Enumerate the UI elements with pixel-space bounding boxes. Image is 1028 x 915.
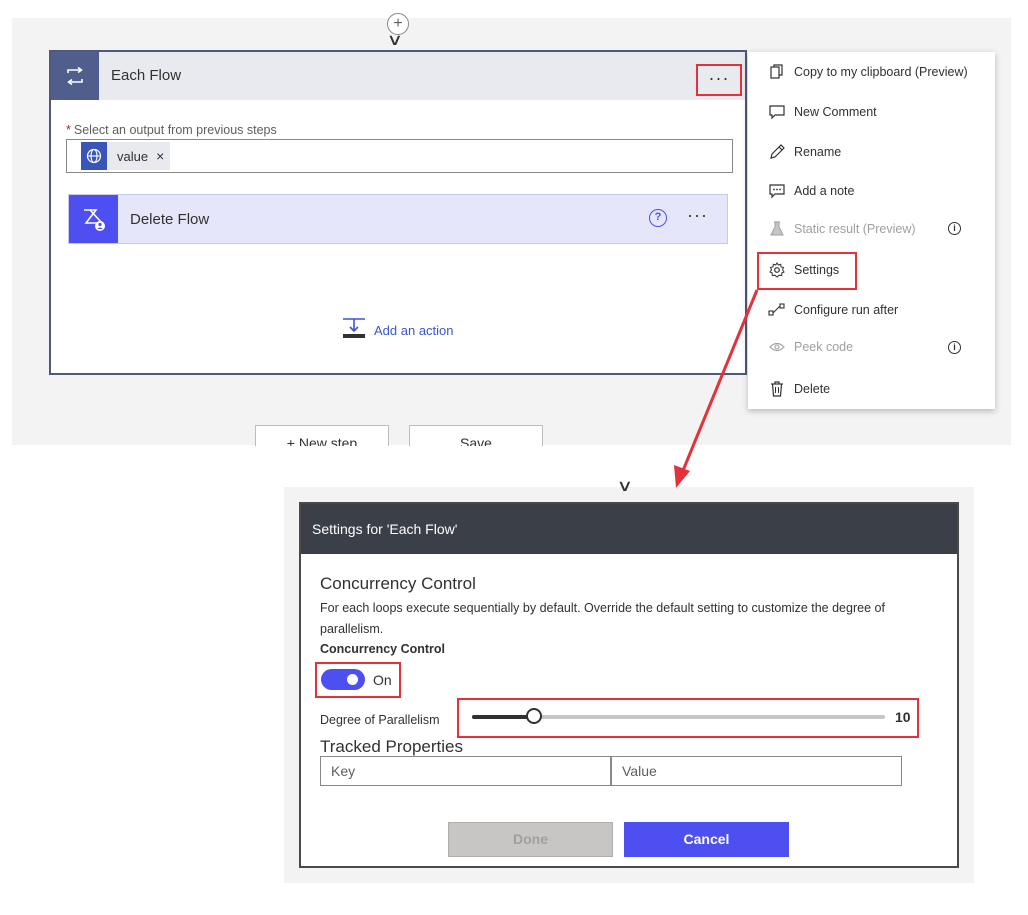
connector-arrow-icon: ∨ xyxy=(386,32,404,49)
token-label: value xyxy=(117,148,149,164)
select-output-input[interactable]: value × xyxy=(66,139,733,173)
menu-item-label: New Comment xyxy=(794,105,877,119)
concurrency-control-label: Concurrency Control xyxy=(320,642,446,656)
parallelism-value: 10 xyxy=(895,709,911,725)
help-icon[interactable]: ? xyxy=(649,209,667,227)
loop-icon xyxy=(51,52,99,100)
trash-icon xyxy=(768,381,786,397)
new-step-button[interactable]: + New step xyxy=(255,425,389,446)
dynamic-content-token[interactable]: value × xyxy=(81,142,171,170)
delete-flow-action-card[interactable]: Delete Flow ? ··· xyxy=(68,194,728,244)
toggle-state-label: On xyxy=(373,672,392,688)
info-icon[interactable]: i xyxy=(948,341,961,354)
menu-item-new-comment[interactable]: New Comment xyxy=(748,100,995,124)
menu-item-label: Static result (Preview) xyxy=(794,222,916,236)
loop-title: Each Flow xyxy=(111,67,182,84)
cancel-button[interactable]: Cancel xyxy=(624,822,789,857)
parallelism-slider-thumb[interactable] xyxy=(525,708,542,724)
tracked-value-input[interactable]: Value xyxy=(611,756,902,786)
add-an-action-button[interactable]: Add an action xyxy=(342,317,454,344)
menu-item-label: Peek code xyxy=(794,340,854,354)
select-output-label: * Select an output from previous steps xyxy=(66,123,277,137)
delete-flow-title: Delete Flow xyxy=(130,211,210,228)
note-icon xyxy=(768,183,786,199)
menu-item-rename[interactable]: Rename xyxy=(748,140,995,164)
info-icon[interactable]: i xyxy=(948,222,961,235)
menu-item-copy-clipboard[interactable]: Copy to my clipboard (Preview) xyxy=(748,60,995,84)
loop-more-options-button[interactable]: ··· xyxy=(696,64,742,96)
loop-context-menu: Copy to my clipboard (Preview) New Comme… xyxy=(748,52,995,409)
loop-card-header[interactable]: Each Flow ··· xyxy=(51,52,745,100)
menu-item-configure-run-after[interactable]: Configure run after xyxy=(748,298,995,322)
required-mark: * xyxy=(66,123,71,137)
menu-item-label: Delete xyxy=(794,382,831,396)
add-action-label: Add an action xyxy=(374,323,454,338)
action-more-options-button[interactable]: ··· xyxy=(687,205,708,226)
parallelism-slider-fill xyxy=(472,715,534,719)
run-after-icon xyxy=(768,303,786,317)
eye-icon xyxy=(768,342,786,352)
concurrency-section-title: Concurrency Control xyxy=(320,574,476,593)
menu-item-label: Add a note xyxy=(794,184,855,198)
add-action-icon xyxy=(342,317,366,344)
menu-item-peek-code: Peek code i xyxy=(748,335,995,359)
concurrency-toggle[interactable] xyxy=(321,669,365,690)
select-output-label-text: Select an output from previous steps xyxy=(73,123,277,137)
connector-arrow-icon: ∨ xyxy=(616,478,634,495)
token-remove-button[interactable]: × xyxy=(156,148,164,164)
dialog-title: Settings for 'Each Flow' xyxy=(301,504,957,554)
save-button[interactable]: Save xyxy=(409,425,543,446)
settings-highlight-box xyxy=(757,252,857,290)
menu-item-label: Copy to my clipboard (Preview) xyxy=(794,65,968,79)
done-button[interactable]: Done xyxy=(448,822,613,857)
menu-item-static-result: Static result (Preview) i xyxy=(748,217,995,241)
apply-to-each-card: Each Flow ··· * Select an output from pre… xyxy=(49,50,747,375)
copy-icon xyxy=(768,64,786,80)
globe-icon xyxy=(81,142,107,170)
toggle-thumb[interactable] xyxy=(347,674,358,685)
tracked-properties-title: Tracked Properties xyxy=(320,737,463,756)
menu-item-label: Rename xyxy=(794,145,842,159)
tracked-key-input[interactable]: Key xyxy=(320,756,611,786)
menu-item-add-note[interactable]: Add a note xyxy=(748,179,995,203)
comment-icon xyxy=(768,104,786,120)
flow-management-icon xyxy=(69,195,118,243)
menu-item-label: Configure run after xyxy=(794,303,899,317)
settings-dialog: Settings for 'Each Flow' Concurrency Con… xyxy=(299,502,959,868)
menu-item-delete[interactable]: Delete xyxy=(748,377,995,401)
concurrency-description: For each loops execute sequentially by d… xyxy=(320,601,885,636)
parallelism-label: Degree of Parallelism xyxy=(320,713,440,727)
pencil-icon xyxy=(768,144,786,160)
flask-icon xyxy=(768,221,786,237)
